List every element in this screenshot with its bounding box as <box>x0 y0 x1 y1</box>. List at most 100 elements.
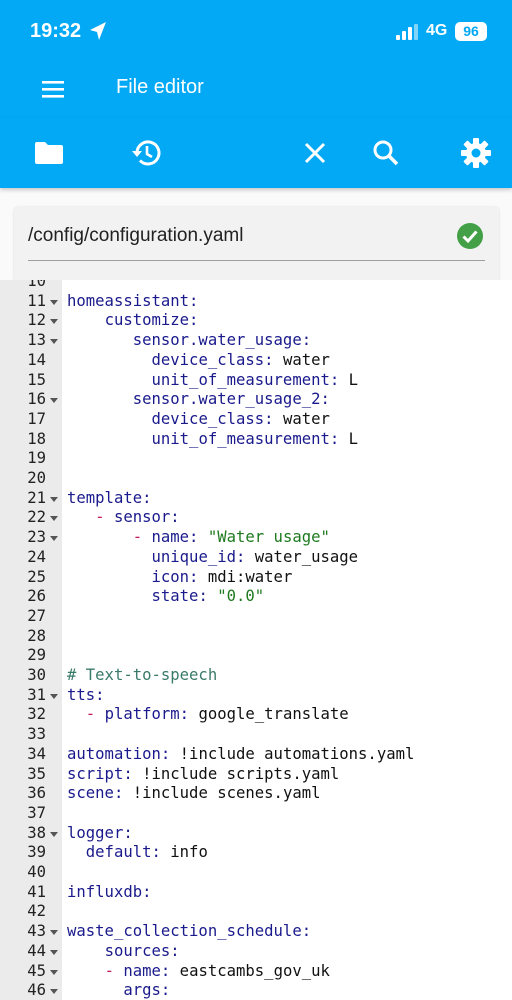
code-line[interactable]: 14 device_class: water <box>0 351 512 371</box>
line-number: 29 <box>27 646 46 665</box>
code-text: - sensor: <box>95 508 180 527</box>
close-icon[interactable] <box>298 136 332 170</box>
fold-arrow-icon[interactable] <box>50 989 58 995</box>
page-title: File editor <box>116 76 204 98</box>
code-line[interactable]: 16 sensor.water_usage_2: <box>0 390 512 410</box>
fold-arrow-icon[interactable] <box>50 969 58 975</box>
code-line[interactable]: 44 sources: <box>0 942 512 962</box>
line-number: 24 <box>27 547 46 566</box>
code-line[interactable]: 12 customize: <box>0 311 512 331</box>
line-number: 30 <box>27 666 46 684</box>
code-text: args: <box>123 981 171 1000</box>
code-line[interactable]: 29 <box>0 646 512 666</box>
line-number: 33 <box>27 725 46 744</box>
line-number: 35 <box>27 764 46 783</box>
line-number: 28 <box>27 626 46 645</box>
fold-arrow-icon[interactable] <box>50 398 58 404</box>
code-line[interactable]: 39 default: info <box>0 843 512 863</box>
line-number: 19 <box>27 449 46 468</box>
code-line[interactable]: 41 influxdb: <box>0 883 512 903</box>
code-text: - name: eastcambs_gov_uk <box>104 961 330 980</box>
fold-arrow-icon[interactable] <box>50 299 58 305</box>
code-line[interactable]: 22 - sensor: <box>0 508 512 528</box>
line-number: 10 <box>27 280 46 290</box>
code-line[interactable]: 19 <box>0 449 512 469</box>
line-number: 44 <box>27 941 46 960</box>
file-path-field[interactable]: /config/configuration.yaml <box>14 206 499 280</box>
code-text: unit_of_measurement: L <box>151 429 359 448</box>
code-text: waste_collection_schedule: <box>67 922 312 941</box>
network-type: 4G <box>426 22 448 39</box>
folder-icon[interactable] <box>32 136 66 170</box>
code-line[interactable]: 11 homeassistant: <box>0 292 512 312</box>
fold-arrow-icon[interactable] <box>50 516 58 522</box>
fold-arrow-icon[interactable] <box>50 536 58 542</box>
menu-icon[interactable] <box>40 76 66 102</box>
code-line[interactable]: 30 # Text-to-speech <box>0 666 512 686</box>
code-line[interactable]: 25 icon: mdi:water <box>0 568 512 588</box>
code-text: device_class: water <box>151 350 330 369</box>
fold-arrow-icon[interactable] <box>50 319 58 325</box>
file-path: /config/configuration.yaml <box>28 225 244 246</box>
search-icon[interactable] <box>369 136 403 170</box>
history-icon[interactable] <box>129 136 163 170</box>
code-line[interactable]: 37 <box>0 804 512 824</box>
line-number: 11 <box>27 291 46 310</box>
line-number: 16 <box>27 390 46 409</box>
code-text: unit_of_measurement: L <box>151 370 359 389</box>
code-line[interactable]: 31 tts: <box>0 686 512 706</box>
line-number: 46 <box>27 981 46 1000</box>
code-line[interactable]: 42 <box>0 902 512 922</box>
line-number: 43 <box>27 922 46 941</box>
editor-toolbar <box>0 118 512 188</box>
code-line[interactable]: 20 <box>0 469 512 489</box>
code-line[interactable]: 15 unit_of_measurement: L <box>0 371 512 391</box>
code-line[interactable]: 34 automation: !include automations.yaml <box>0 745 512 765</box>
code-line[interactable]: 10 <box>0 280 512 292</box>
line-number: 23 <box>27 528 46 547</box>
code-line[interactable]: 17 device_class: water <box>0 410 512 430</box>
code-line[interactable]: 18 unit_of_measurement: L <box>0 430 512 450</box>
line-number: 27 <box>27 606 46 625</box>
code-line[interactable]: 38 logger: <box>0 824 512 844</box>
gear-icon[interactable] <box>459 136 493 170</box>
line-number: 32 <box>27 705 46 724</box>
code-line[interactable]: 21 template: <box>0 489 512 509</box>
code-line[interactable]: 36 scene: !include scenes.yaml <box>0 784 512 804</box>
code-text: automation: !include automations.yaml <box>67 744 415 763</box>
code-line[interactable]: 33 <box>0 725 512 745</box>
code-text: homeassistant: <box>67 291 199 310</box>
code-editor[interactable]: 10 11 homeassistant: 12 customize: 13 sensor… <box>0 280 512 1000</box>
signal-bars-icon <box>396 24 418 40</box>
fold-arrow-icon[interactable] <box>50 930 58 936</box>
code-line[interactable]: 27 <box>0 607 512 627</box>
line-number: 26 <box>27 587 46 606</box>
code-line[interactable]: 32 - platform: google_translate <box>0 705 512 725</box>
code-line[interactable]: 35 script: !include scripts.yaml <box>0 765 512 785</box>
line-number: 22 <box>27 508 46 527</box>
code-line[interactable]: 45 - name: eastcambs_gov_uk <box>0 962 512 982</box>
fold-arrow-icon[interactable] <box>50 949 58 955</box>
fold-arrow-icon[interactable] <box>50 496 58 502</box>
code-text: tts: <box>67 685 105 704</box>
line-number: 42 <box>27 902 46 921</box>
code-text: scene: !include scenes.yaml <box>67 784 321 803</box>
code-text: sources: <box>104 941 180 960</box>
code-text: template: <box>67 488 152 507</box>
line-number: 14 <box>27 350 46 369</box>
code-line[interactable]: 40 <box>0 863 512 883</box>
code-line[interactable]: 23 - name: "Water usage" <box>0 528 512 548</box>
fold-arrow-icon[interactable] <box>50 339 58 345</box>
fold-arrow-icon[interactable] <box>50 831 58 837</box>
code-line[interactable]: 24 unique_id: water_usage <box>0 548 512 568</box>
code-line[interactable]: 46 args: <box>0 981 512 1000</box>
code-text: sensor.water_usage_2: <box>132 390 330 409</box>
fold-arrow-icon[interactable] <box>50 693 58 699</box>
code-line[interactable]: 13 sensor.water_usage: <box>0 331 512 351</box>
line-number: 36 <box>27 784 46 803</box>
code-line[interactable]: 26 state: "0.0" <box>0 587 512 607</box>
code-text: influxdb: <box>67 882 152 901</box>
code-line[interactable]: 43 waste_collection_schedule: <box>0 922 512 942</box>
code-line[interactable]: 28 <box>0 627 512 647</box>
line-number: 20 <box>27 469 46 487</box>
